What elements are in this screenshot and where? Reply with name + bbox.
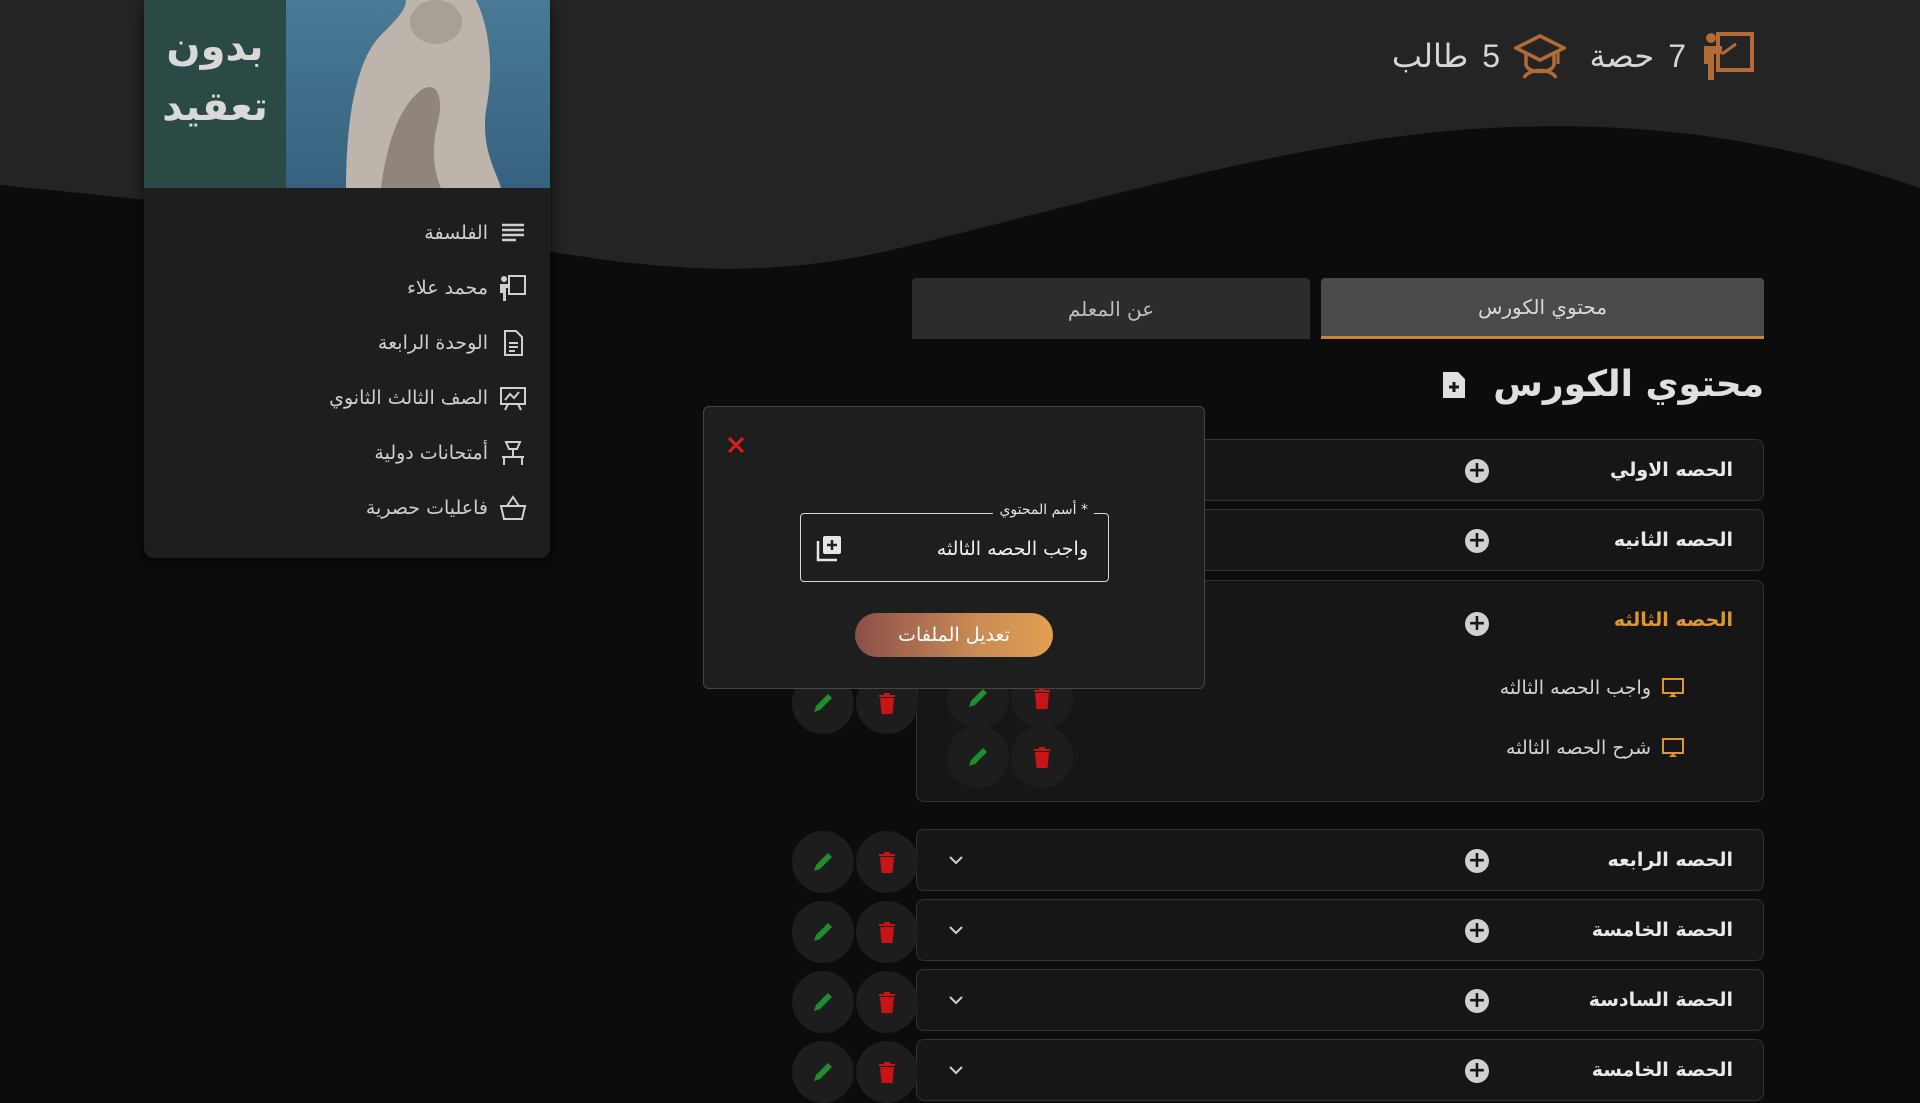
library-add-icon[interactable]: [815, 534, 843, 562]
lesson-title: الحصة الخامسة: [1591, 1059, 1733, 1081]
pencil-icon: [969, 748, 987, 766]
content-item-label: شرح الحصه الثالثه: [1505, 737, 1651, 759]
tab-about-teacher[interactable]: عن المعلم: [912, 278, 1310, 339]
brand-line2: تعقيد: [162, 84, 268, 130]
delete-button[interactable]: [856, 971, 918, 1033]
add-content-icon[interactable]: +: [1465, 612, 1489, 636]
lesson-title: الحصة الخامسة: [1591, 919, 1733, 941]
content-name-input[interactable]: [856, 514, 1090, 583]
lesson-title: الحصه الاولي: [1609, 459, 1733, 481]
lesson-actions: [792, 901, 918, 963]
basket-icon: [499, 494, 527, 520]
meta-exams[interactable]: أمتحانات دولية: [168, 425, 528, 480]
sessions-count: 7: [1668, 37, 1686, 74]
meta-unit[interactable]: الوحدة الرابعة: [168, 315, 528, 370]
course-info-card: بدون تعقيد الفلسفة محمد علاء الوحدة الرا…: [144, 0, 550, 558]
trash-icon: [879, 1062, 895, 1083]
content-item-label: واجب الحصه الثالثه: [1499, 677, 1651, 699]
sessions-stat: 7 حصة: [1590, 28, 1756, 84]
lesson-actions: [792, 971, 918, 1033]
lesson-actions: [792, 1041, 918, 1103]
lesson-row[interactable]: الحصه الرابعه +: [916, 829, 1764, 891]
screen-icon: [1662, 678, 1684, 697]
tab-course-content[interactable]: محتوي الكورس: [1321, 278, 1764, 339]
course-photo: [286, 0, 550, 188]
meta-subject[interactable]: الفلسفة: [168, 205, 528, 260]
meta-label: الفلسفة: [424, 221, 488, 244]
lesson-content-item[interactable]: شرح الحصه الثالثه: [1506, 737, 1685, 759]
meta-teacher[interactable]: محمد علاء: [168, 260, 528, 315]
delete-button[interactable]: [856, 901, 918, 963]
file-add-icon: [1443, 371, 1466, 398]
meta-label: محمد علاء: [406, 276, 488, 299]
lesson-title: الحصه الثانيه: [1613, 529, 1733, 551]
delete-button[interactable]: [856, 831, 918, 893]
brand-line1: بدون: [166, 24, 264, 70]
subject-lines-icon: [502, 223, 524, 241]
close-icon[interactable]: [722, 431, 750, 459]
teacher-board-icon: [500, 274, 526, 301]
meta-label: فاعليات حصرية: [365, 496, 488, 519]
trash-icon: [879, 693, 895, 714]
meta-label: الوحدة الرابعة: [377, 331, 488, 354]
trash-icon: [879, 852, 895, 873]
lesson-row[interactable]: الحصة الخامسة +: [916, 1039, 1764, 1101]
statue-image: [346, 0, 501, 188]
section-title: محتوي الكورس: [1493, 364, 1764, 405]
lesson-content-item[interactable]: واجب الحصه الثالثه: [1500, 677, 1685, 699]
edit-content-dialog: أسم المحتوي * تعديل الملفات: [703, 406, 1205, 689]
graduation-cap-icon: [1514, 34, 1566, 79]
students-count: 5: [1482, 37, 1500, 74]
trash-icon: [879, 922, 895, 943]
chevron-down-icon[interactable]: [943, 1057, 969, 1083]
classroom-board-icon: [500, 386, 526, 410]
course-banner: بدون تعقيد: [144, 0, 550, 188]
chevron-down-icon[interactable]: [943, 847, 969, 873]
lesson-title: الحصه الثالثه: [1613, 609, 1733, 631]
sessions-label: حصة: [1589, 37, 1655, 75]
delete-button[interactable]: [856, 1041, 918, 1103]
pencil-icon: [814, 923, 832, 941]
course-meta-list: الفلسفة محمد علاء الوحدة الرابعة الصف ال…: [168, 205, 528, 535]
edit-button[interactable]: [792, 971, 854, 1033]
chevron-down-icon[interactable]: [943, 987, 969, 1013]
content-name-field: أسم المحتوي *: [800, 502, 1109, 583]
meta-events[interactable]: فاعليات حصرية: [168, 480, 528, 535]
meta-label: أمتحانات دولية: [374, 441, 488, 464]
lesson-row[interactable]: الحصة الخامسة +: [916, 899, 1764, 961]
edit-button[interactable]: [792, 1041, 854, 1103]
lesson-row[interactable]: الحصة السادسة +: [916, 969, 1764, 1031]
lesson-actions: [792, 831, 918, 893]
add-content-icon[interactable]: +: [1465, 529, 1489, 553]
edit-button[interactable]: [792, 901, 854, 963]
lesson-title: الحصه الرابعه: [1607, 849, 1733, 871]
trash-icon: [1034, 747, 1050, 768]
pencil-icon: [814, 993, 832, 1011]
chevron-down-icon[interactable]: [943, 917, 969, 943]
meta-label: الصف الثالث الثانوي: [329, 386, 488, 409]
screen-icon: [1662, 738, 1684, 757]
add-content-icon[interactable]: +: [1465, 849, 1489, 873]
exam-icon: [502, 440, 524, 465]
add-content-icon[interactable]: +: [1465, 919, 1489, 943]
students-label: طالب: [1391, 37, 1469, 75]
document-icon: [504, 329, 523, 356]
delete-button[interactable]: [1011, 726, 1073, 788]
add-content-icon[interactable]: +: [1465, 1059, 1489, 1083]
pencil-icon: [814, 1063, 832, 1081]
trash-icon: [879, 992, 895, 1013]
edit-button[interactable]: [947, 726, 1009, 788]
add-content-icon[interactable]: +: [1465, 459, 1489, 483]
lesson-title: الحصة السادسة: [1588, 989, 1733, 1011]
content-item-actions: [947, 726, 1073, 788]
edit-button[interactable]: [792, 831, 854, 893]
pencil-icon: [814, 853, 832, 871]
teacher-board-icon: [1704, 32, 1754, 80]
add-content-icon[interactable]: +: [1465, 989, 1489, 1013]
edit-files-button[interactable]: تعديل الملفات: [855, 613, 1053, 657]
section-header: محتوي الكورس: [1441, 364, 1764, 405]
pencil-icon: [814, 694, 832, 712]
meta-grade[interactable]: الصف الثالث الثانوي: [168, 370, 528, 425]
students-stat: 5 طالب: [1392, 28, 1566, 84]
